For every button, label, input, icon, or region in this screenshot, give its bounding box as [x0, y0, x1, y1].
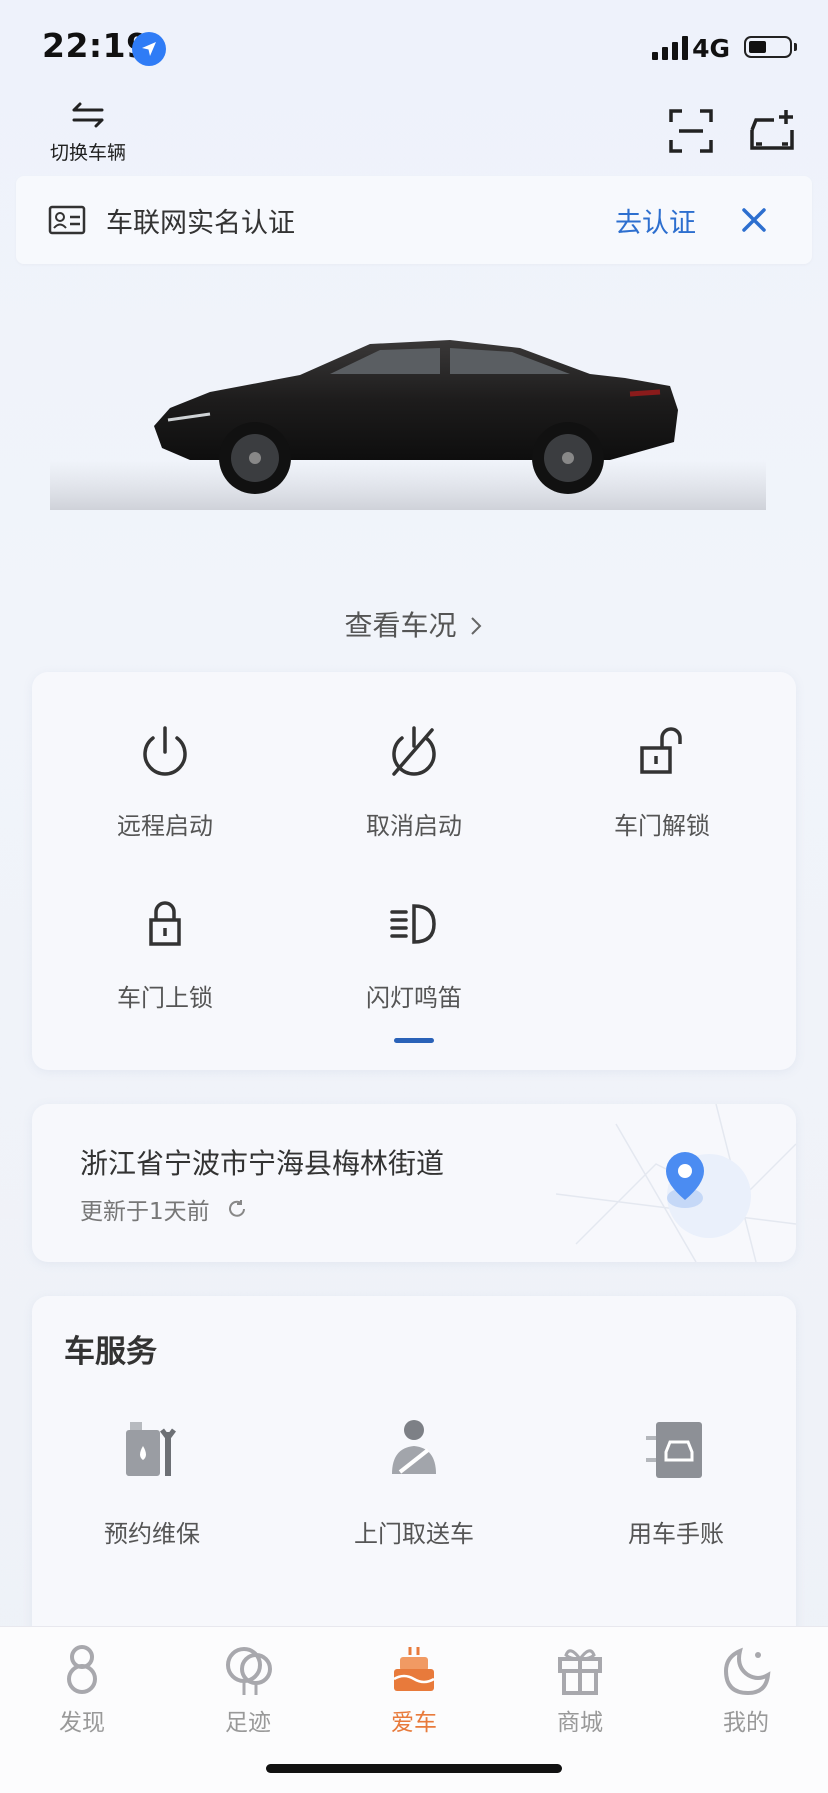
service-label: 用车手账	[628, 1520, 724, 1548]
service-label: 上门取送车	[354, 1520, 474, 1548]
unlock-doors-button[interactable]: 车门解锁	[562, 722, 762, 841]
control-label: 闪灯鸣笛	[366, 984, 462, 1012]
location-pin-icon	[666, 1152, 704, 1208]
headlight-icon	[390, 904, 436, 944]
services-title: 车服务	[64, 1334, 157, 1370]
remote-control-card: 远程启动 取消启动 车门解锁 车门上锁 闪灯鸣笛	[32, 672, 796, 1070]
tab-profile[interactable]: 我的	[686, 1641, 806, 1737]
location-card[interactable]	[32, 1104, 796, 1262]
verify-button[interactable]: 去认证	[615, 201, 696, 240]
lock-icon	[149, 901, 181, 946]
tab-mall[interactable]: 商城	[520, 1641, 640, 1737]
footprint-icon	[226, 1647, 272, 1695]
tab-my-car[interactable]: 爱车	[354, 1641, 474, 1737]
service-label: 预约维保	[104, 1520, 200, 1548]
tab-label: 爱车	[391, 1710, 437, 1736]
control-label: 车门上锁	[117, 984, 213, 1012]
tab-label: 我的	[723, 1710, 769, 1736]
tab-label: 发现	[59, 1710, 105, 1736]
car-manual-icon	[646, 1422, 702, 1478]
vehicle-image[interactable]	[50, 330, 766, 510]
maintenance-icon	[126, 1422, 176, 1476]
control-label: 远程启动	[117, 812, 213, 840]
control-label: 车门解锁	[614, 812, 710, 840]
view-vehicle-status-link[interactable]: 查看车况	[0, 604, 828, 644]
tab-label: 商城	[557, 1710, 603, 1736]
remote-start-button[interactable]: 远程启动	[65, 722, 265, 841]
my-car-icon	[393, 1647, 435, 1691]
tab-discover[interactable]: 发现	[22, 1641, 142, 1737]
scan-button[interactable]	[668, 108, 718, 158]
view-vehicle-status-label: 查看车况	[344, 609, 457, 642]
power-icon	[143, 726, 187, 776]
discover-icon	[67, 1645, 97, 1694]
unlock-icon	[640, 727, 682, 774]
scan-icon	[669, 109, 713, 153]
signal-icon	[652, 36, 688, 60]
tab-footprint[interactable]: 足迹	[188, 1641, 308, 1737]
network-type: 4G	[692, 34, 730, 63]
vehicle-address: 浙江省宁波市宁海县梅林街道	[80, 1147, 445, 1180]
close-banner-button[interactable]	[734, 200, 774, 240]
updated-text: 更新于1天前	[80, 1199, 210, 1225]
flash-honk-button[interactable]: 闪灯鸣笛	[314, 894, 514, 1013]
service-car-manual[interactable]: 用车手账	[576, 1412, 776, 1549]
cancel-start-button[interactable]: 取消启动	[314, 722, 514, 841]
tab-label: 足迹	[225, 1710, 271, 1736]
switch-vehicle-button[interactable]: 切换车辆	[32, 100, 144, 165]
power-off-icon	[392, 726, 436, 776]
real-name-auth-banner: 车联网实名认证 去认证	[16, 176, 812, 264]
service-valet[interactable]: 上门取送车	[314, 1412, 514, 1549]
refresh-icon[interactable]	[226, 1198, 248, 1220]
mall-icon	[558, 1649, 602, 1695]
swap-icon	[72, 102, 104, 128]
valet-icon	[392, 1420, 436, 1474]
home-indicator	[266, 1764, 562, 1773]
location-arrow-icon	[132, 32, 166, 66]
close-icon	[742, 208, 766, 232]
control-label: 取消启动	[366, 812, 462, 840]
add-vehicle-button[interactable]	[748, 108, 798, 158]
location-updated: 更新于1天前	[80, 1192, 248, 1226]
service-maintenance[interactable]: 预约维保	[52, 1412, 252, 1549]
chevron-right-icon	[471, 617, 482, 635]
profile-icon	[723, 1647, 771, 1696]
switch-vehicle-label: 切换车辆	[49, 142, 126, 164]
battery-icon	[744, 36, 797, 58]
id-card-icon	[48, 205, 86, 235]
page-indicator	[394, 1038, 434, 1043]
banner-title: 车联网实名认证	[106, 207, 295, 239]
lock-doors-button[interactable]: 车门上锁	[65, 894, 265, 1013]
add-vehicle-icon	[750, 110, 794, 150]
